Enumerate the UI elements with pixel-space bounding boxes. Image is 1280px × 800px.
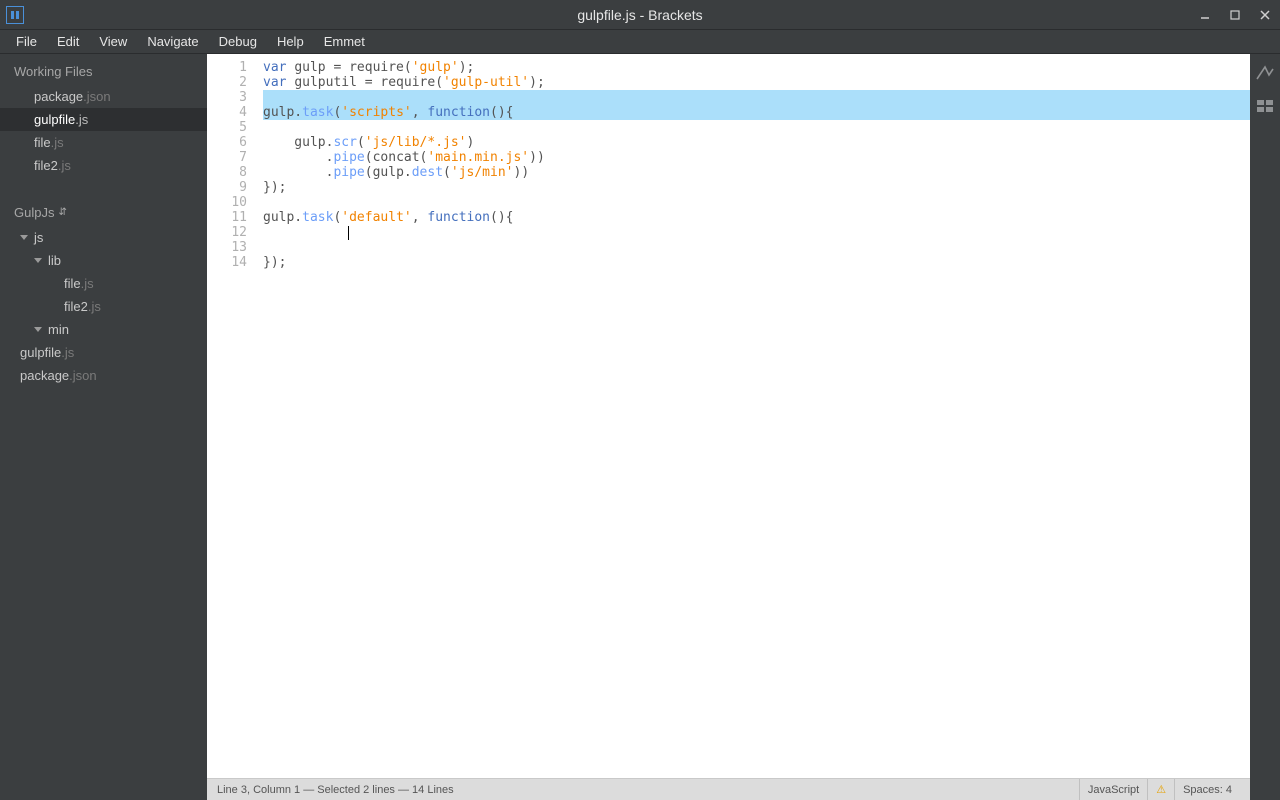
file-tree-item[interactable]: package.json	[0, 364, 207, 387]
code-line[interactable]	[263, 195, 1250, 210]
menu-view[interactable]: View	[89, 31, 137, 52]
chevron-down-icon	[20, 235, 28, 240]
status-bar: Line 3, Column 1 — Selected 2 lines — 14…	[207, 778, 1250, 800]
menu-edit[interactable]: Edit	[47, 31, 89, 52]
sort-icon: ⇵	[58, 207, 66, 218]
menu-navigate[interactable]: Navigate	[137, 31, 208, 52]
folder-item[interactable]: min	[0, 318, 207, 341]
working-file-item[interactable]: file2.js	[0, 154, 207, 177]
maximize-button[interactable]	[1220, 0, 1250, 30]
project-header[interactable]: GulpJs ⇵	[0, 195, 207, 226]
chevron-down-icon	[34, 327, 42, 332]
working-files-label: Working Files	[14, 64, 93, 79]
code-area[interactable]: var gulp = require('gulp');var gulputil …	[255, 54, 1250, 778]
minimize-button[interactable]	[1190, 0, 1220, 30]
code-line[interactable]: var gulputil = require('gulp-util');	[263, 75, 1250, 90]
menu-emmet[interactable]: Emmet	[314, 31, 375, 52]
code-line[interactable]	[263, 90, 1250, 105]
code-line[interactable]: gulp.task('default', function(){	[263, 210, 1250, 225]
indent-setting[interactable]: Spaces: 4	[1174, 779, 1240, 800]
code-line[interactable]	[263, 240, 1250, 255]
title-bar: gulpfile.js - Brackets	[0, 0, 1280, 30]
file-tree-item[interactable]: file2.js	[0, 295, 207, 318]
working-file-item[interactable]: gulpfile.js	[0, 108, 207, 131]
file-tree-item[interactable]: file.js	[0, 272, 207, 295]
close-button[interactable]	[1250, 0, 1280, 30]
sidebar: Working Files package.jsongulpfile.jsfil…	[0, 54, 207, 800]
chevron-down-icon	[34, 258, 42, 263]
code-line[interactable]: });	[263, 180, 1250, 195]
working-files-header[interactable]: Working Files	[0, 54, 207, 85]
right-toolbar	[1250, 54, 1280, 800]
language-mode[interactable]: JavaScript	[1079, 779, 1147, 800]
code-line[interactable]: .pipe(gulp.dest('js/min'))	[263, 165, 1250, 180]
cursor-status[interactable]: Line 3, Column 1 — Selected 2 lines — 14…	[217, 779, 462, 800]
line-gutter: 1234567891011121314	[207, 54, 255, 778]
window-title: gulpfile.js - Brackets	[0, 7, 1280, 23]
menu-debug[interactable]: Debug	[209, 31, 267, 52]
code-line[interactable]: gulp.scr('js/lib/*.js')	[263, 135, 1250, 150]
file-tree-item[interactable]: gulpfile.js	[0, 341, 207, 364]
folder-item[interactable]: lib	[0, 249, 207, 272]
menu-bar: FileEditViewNavigateDebugHelpEmmet	[0, 30, 1280, 54]
working-file-item[interactable]: file.js	[0, 131, 207, 154]
extensions-icon[interactable]	[1255, 96, 1275, 114]
code-line[interactable]: });	[263, 255, 1250, 270]
code-line[interactable]: .pipe(concat('main.min.js'))	[263, 150, 1250, 165]
code-line[interactable]	[263, 225, 1250, 240]
code-line[interactable]	[263, 120, 1250, 135]
app-icon	[6, 6, 24, 24]
menu-file[interactable]: File	[6, 31, 47, 52]
editor[interactable]: 1234567891011121314 var gulp = require('…	[207, 54, 1250, 800]
live-preview-icon[interactable]	[1255, 64, 1275, 82]
code-line[interactable]: gulp.task('scripts', function(){	[263, 105, 1250, 120]
code-line[interactable]: var gulp = require('gulp');	[263, 60, 1250, 75]
menu-help[interactable]: Help	[267, 31, 314, 52]
working-file-item[interactable]: package.json	[0, 85, 207, 108]
folder-item[interactable]: js	[0, 226, 207, 249]
project-label: GulpJs	[14, 205, 54, 220]
text-caret	[348, 226, 349, 240]
lint-warning-icon[interactable]: ⚠	[1147, 779, 1174, 800]
